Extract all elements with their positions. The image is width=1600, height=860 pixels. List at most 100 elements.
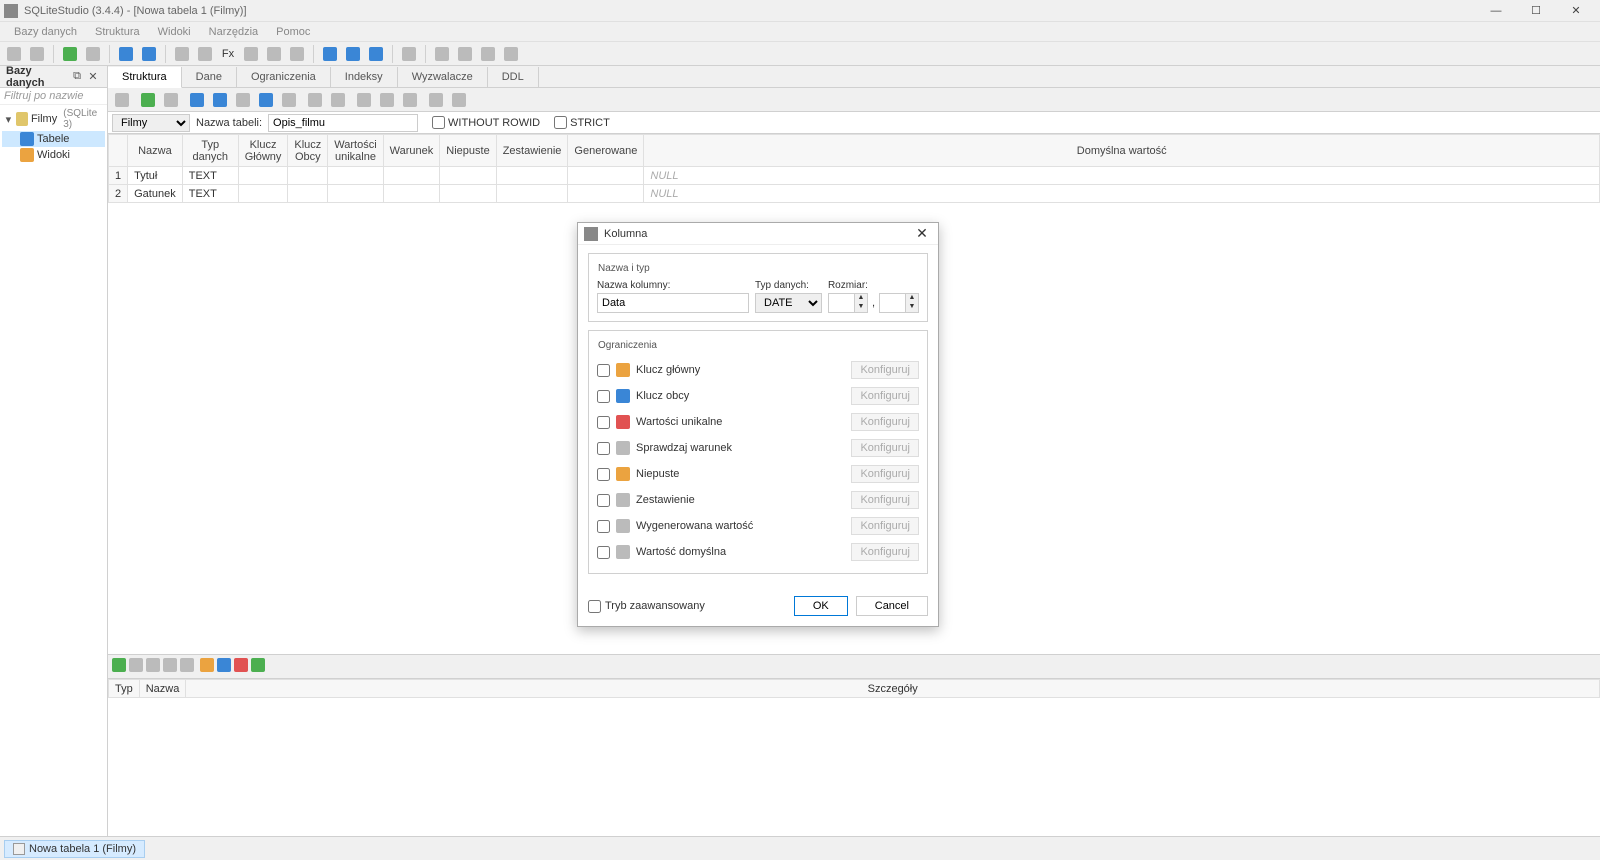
export-icon[interactable] (241, 44, 261, 64)
delete-column-icon[interactable] (233, 90, 253, 110)
connect-icon[interactable] (4, 44, 24, 64)
cell-name[interactable]: Tytuł (128, 167, 183, 185)
without-rowid-checkbox[interactable]: WITHOUT ROWID (432, 116, 540, 129)
add-db-icon[interactable] (60, 44, 80, 64)
col-header-type[interactable]: Typ (109, 680, 140, 698)
tab-structure[interactable]: Struktura (108, 67, 182, 88)
spin-down-icon[interactable]: ▼ (855, 303, 867, 312)
fk-constraint-icon[interactable] (217, 658, 231, 675)
tab-data[interactable]: Dane (182, 67, 237, 87)
db-selector[interactable]: Filmy (112, 114, 190, 132)
disconnect-icon[interactable] (27, 44, 47, 64)
down-constraint-icon[interactable] (180, 658, 194, 675)
minimize-button[interactable]: — (1476, 0, 1516, 22)
check-constraint-icon[interactable] (251, 658, 265, 675)
constraint-check-checkbox[interactable] (597, 442, 610, 455)
size-spinner-1[interactable]: ▲▼ (828, 293, 868, 313)
tab-constraints[interactable]: Ograniczenia (237, 67, 331, 87)
size-input-2[interactable] (879, 293, 905, 313)
spin-down-icon[interactable]: ▼ (906, 303, 918, 312)
advanced-mode-checkbox[interactable]: Tryb zaawansowany (588, 600, 786, 613)
ok-button[interactable]: OK (794, 596, 848, 616)
table-name-input[interactable] (268, 114, 418, 132)
close-button[interactable]: ✕ (1556, 0, 1596, 22)
configure-button[interactable]: Konfiguruj (851, 413, 919, 431)
col-header-generated[interactable]: Generowane (568, 135, 644, 167)
cell-type[interactable]: TEXT (182, 185, 238, 203)
table-row[interactable]: 2 Gatunek TEXT NULL (109, 185, 1600, 203)
caret-down-icon[interactable]: ▾ (4, 113, 13, 126)
open-sql-icon[interactable] (172, 44, 192, 64)
col-header-details[interactable]: Szczegóły (186, 680, 1600, 698)
configure-button[interactable]: Konfiguruj (851, 361, 919, 379)
function-icon[interactable]: Fx (218, 44, 238, 64)
col-header-unique[interactable]: Wartości unikalne (328, 135, 383, 167)
col-header-check[interactable]: Warunek (383, 135, 440, 167)
configure-button[interactable]: Konfiguruj (851, 387, 919, 405)
next-icon[interactable] (449, 90, 469, 110)
col-type-select[interactable]: DATE (755, 293, 822, 313)
constraint-pk-checkbox[interactable] (597, 364, 610, 377)
cell-default[interactable]: NULL (644, 185, 1600, 203)
constraint-fk-checkbox[interactable] (597, 390, 610, 403)
edit-table-icon[interactable] (139, 44, 159, 64)
configure-button[interactable]: Konfiguruj (851, 491, 919, 509)
rollback-icon[interactable] (161, 90, 181, 110)
menu-views[interactable]: Widoki (150, 24, 199, 40)
status-tab[interactable]: Nowa tabela 1 (Filmy) (4, 840, 145, 858)
history-icon[interactable] (287, 44, 307, 64)
spin-up-icon[interactable]: ▲ (906, 294, 918, 303)
dialog-close-button[interactable]: ✕ (912, 225, 932, 242)
menu-help[interactable]: Pomoc (268, 24, 318, 40)
maximize-button[interactable]: ☐ (1516, 0, 1556, 22)
edit-constraint-icon[interactable] (129, 658, 143, 675)
delete-constraint-icon[interactable] (146, 658, 160, 675)
tab-triggers[interactable]: Wyzwalacze (398, 67, 488, 87)
move-down-icon[interactable] (279, 90, 299, 110)
import-icon[interactable] (264, 44, 284, 64)
col-header-pk[interactable]: Klucz Główny (238, 135, 288, 167)
settings-icon[interactable] (399, 44, 419, 64)
configure-button[interactable]: Konfiguruj (851, 465, 919, 483)
col-header-notnull[interactable]: Niepuste (440, 135, 496, 167)
col-header-collate[interactable]: Zestawienie (496, 135, 568, 167)
constraint-generated-checkbox[interactable] (597, 520, 610, 533)
undo-icon[interactable] (377, 90, 397, 110)
menu-structure[interactable]: Struktura (87, 24, 148, 40)
tree-tables-row[interactable]: Tabele (2, 131, 105, 147)
menu-databases[interactable]: Bazy danych (6, 24, 85, 40)
tree-db-row[interactable]: ▾ Filmy (SQLite 3) (2, 107, 105, 131)
col-header-default[interactable]: Domyślna wartość (644, 135, 1600, 167)
copy-icon[interactable] (305, 90, 325, 110)
edit-column-icon[interactable] (210, 90, 230, 110)
add-constraint-icon[interactable] (112, 658, 126, 675)
new-table-icon[interactable] (116, 44, 136, 64)
constraint-notnull-checkbox[interactable] (597, 468, 610, 481)
sidebar-filter-input[interactable]: Filtruj po nazwie (0, 88, 107, 105)
constraint-collate-checkbox[interactable] (597, 494, 610, 507)
grid2-icon[interactable] (455, 44, 475, 64)
tree-views-row[interactable]: Widoki (2, 147, 105, 163)
cut-icon[interactable] (354, 90, 374, 110)
grid4-icon[interactable] (501, 44, 521, 64)
unique-constraint-icon[interactable] (234, 658, 248, 675)
strict-checkbox[interactable]: STRICT (554, 116, 610, 129)
table-row[interactable]: 1 Tytuł TEXT NULL (109, 167, 1600, 185)
layout-icon[interactable] (320, 44, 340, 64)
cancel-button[interactable]: Cancel (856, 596, 928, 616)
configure-button[interactable]: Konfiguruj (851, 517, 919, 535)
grid3-icon[interactable] (478, 44, 498, 64)
configure-button[interactable]: Konfiguruj (851, 439, 919, 457)
refresh-icon[interactable] (112, 90, 132, 110)
constraint-unique-checkbox[interactable] (597, 416, 610, 429)
expand-icon[interactable] (343, 44, 363, 64)
edit-db-icon[interactable] (83, 44, 103, 64)
add-column-icon[interactable] (187, 90, 207, 110)
redo-icon[interactable] (400, 90, 420, 110)
close-panel-icon[interactable]: ✕ (85, 69, 101, 85)
size-input-1[interactable] (828, 293, 854, 313)
configure-button[interactable]: Konfiguruj (851, 543, 919, 561)
col-header-name[interactable]: Nazwa (139, 680, 186, 698)
cell-default[interactable]: NULL (644, 167, 1600, 185)
size-spinner-2[interactable]: ▲▼ (879, 293, 919, 313)
